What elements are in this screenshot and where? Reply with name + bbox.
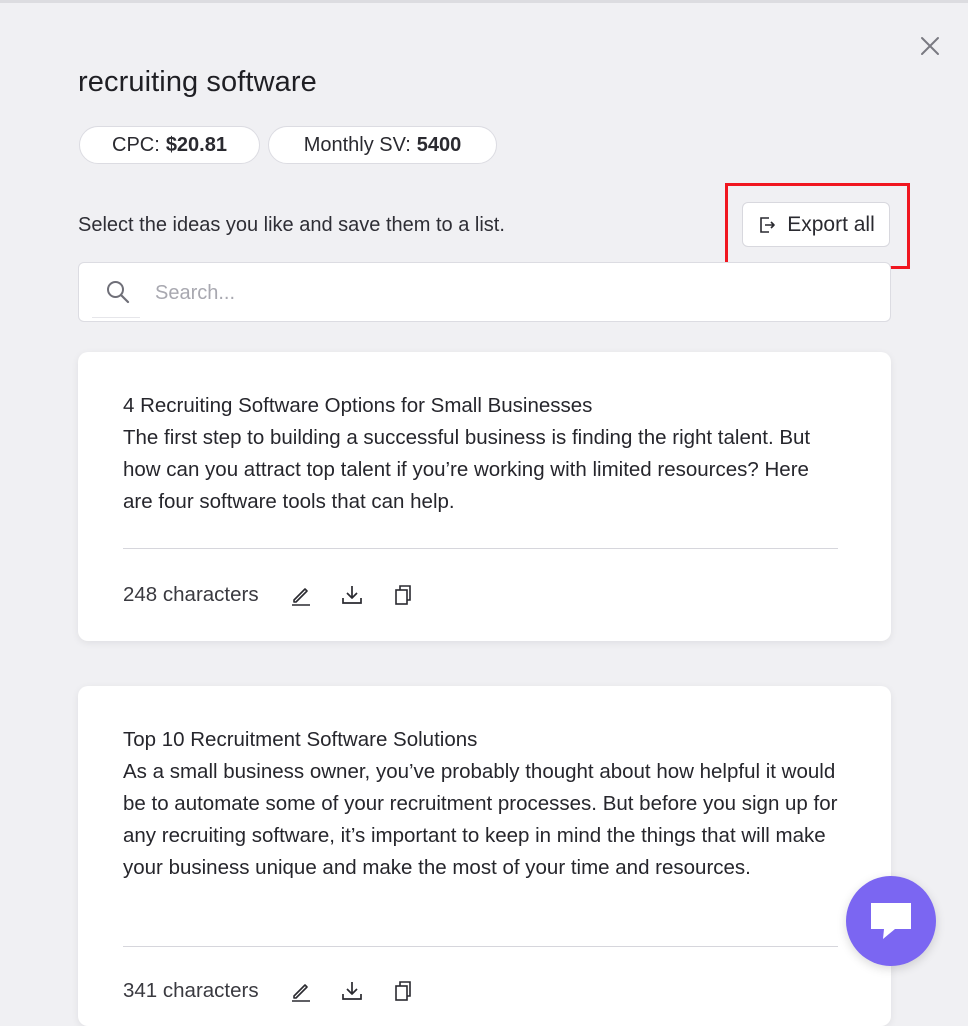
- card-divider: [123, 548, 838, 549]
- idea-title: 4 Recruiting Software Options for Small …: [123, 394, 593, 417]
- top-border: [0, 0, 968, 3]
- sv-value: 5400: [416, 133, 462, 156]
- download-icon: [341, 982, 362, 1000]
- export-icon: [760, 216, 776, 233]
- idea-body: The first step to building a successful …: [123, 426, 811, 513]
- copy-icon: [394, 585, 411, 605]
- idea-body: As a small business owner, you’ve probab…: [123, 760, 838, 879]
- character-count: 248 characters: [123, 583, 259, 606]
- idea-content: 4 Recruiting Software Options for Small …: [123, 390, 839, 518]
- edit-icon: [291, 588, 310, 606]
- cpc-label: CPC:: [112, 133, 160, 156]
- download-icon: [341, 586, 362, 604]
- download-button[interactable]: [340, 979, 364, 1003]
- character-count: 341 characters: [123, 979, 259, 1002]
- instructions-text: Select the ideas you like and save them …: [78, 214, 505, 236]
- chat-launcher-button[interactable]: [846, 876, 936, 966]
- card-footer: 341 characters: [123, 976, 442, 1006]
- copy-icon: [394, 981, 411, 1001]
- idea-title: Top 10 Recruitment Software Solutions: [123, 728, 478, 751]
- download-button[interactable]: [340, 583, 364, 607]
- edit-button[interactable]: [289, 979, 313, 1003]
- search-icon: [107, 281, 130, 304]
- monthly-sv-badge: Monthly SV: 5400: [268, 126, 497, 164]
- close-button[interactable]: [916, 32, 944, 60]
- cpc-value: $20.81: [165, 133, 227, 156]
- search-box[interactable]: [78, 262, 891, 322]
- idea-card: 4 Recruiting Software Options for Small …: [78, 352, 891, 641]
- search-input[interactable]: [153, 273, 877, 313]
- cpc-badge: CPC: $20.81: [79, 126, 260, 164]
- idea-content: Top 10 Recruitment Software Solutions As…: [123, 724, 839, 884]
- card-divider: [123, 946, 838, 947]
- copy-button[interactable]: [391, 583, 415, 607]
- edit-button[interactable]: [289, 583, 313, 607]
- search-underline: [92, 317, 140, 318]
- edit-icon: [291, 984, 310, 1002]
- chat-icon: [871, 903, 911, 939]
- page-title: recruiting software: [78, 66, 317, 98]
- card-footer: 248 characters: [123, 580, 442, 610]
- idea-card: Top 10 Recruitment Software Solutions As…: [78, 686, 891, 1026]
- sv-label: Monthly SV:: [303, 133, 411, 156]
- close-icon: [921, 37, 939, 55]
- copy-button[interactable]: [391, 979, 415, 1003]
- export-all-label: Export all: [787, 212, 875, 236]
- export-all-button[interactable]: Export all: [742, 202, 890, 247]
